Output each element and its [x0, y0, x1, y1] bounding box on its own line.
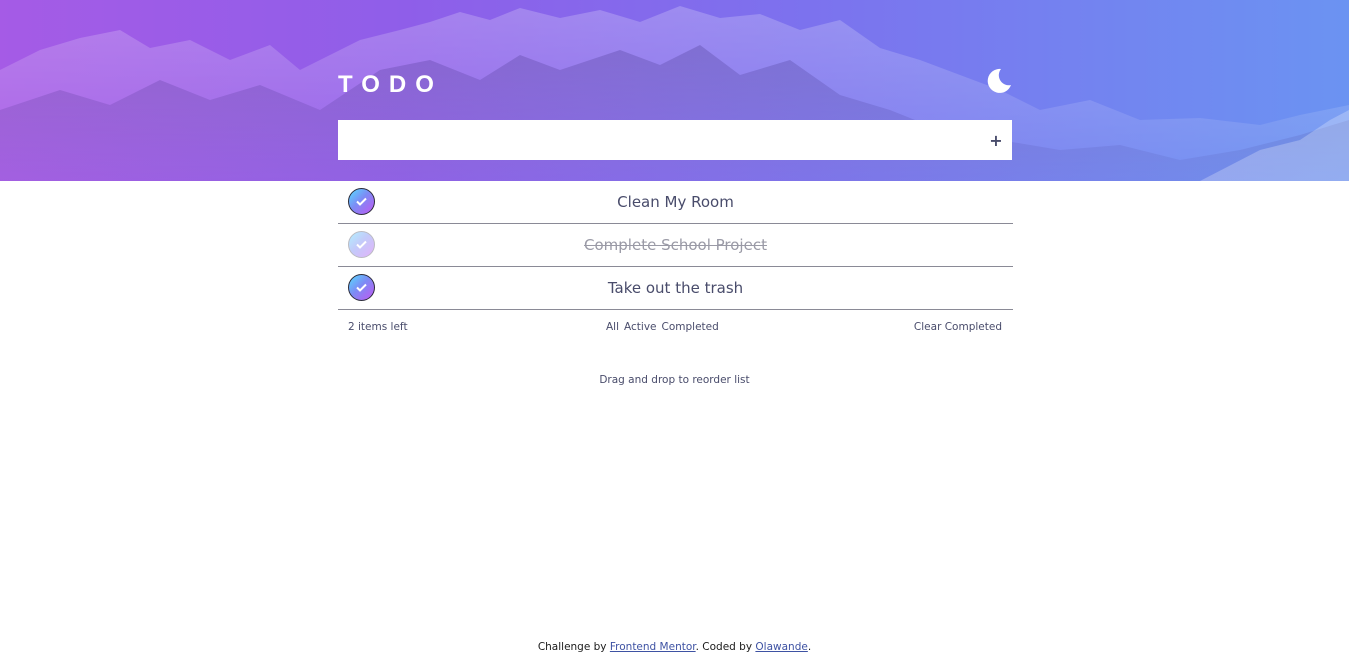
complete-toggle[interactable] — [348, 231, 375, 258]
frontend-mentor-link[interactable]: Frontend Mentor — [610, 641, 696, 653]
plus-icon: + — [989, 130, 1003, 150]
attribution-prefix: Challenge by — [537, 641, 610, 653]
todo-text: Clean My Room — [617, 193, 734, 211]
clear-completed-button[interactable]: Clear Completed — [914, 321, 1002, 333]
moon-icon — [987, 68, 1011, 93]
todo-item[interactable]: Clean My Room — [338, 181, 1013, 224]
new-todo-bar: + — [338, 120, 1012, 160]
page-title: TODO — [338, 71, 443, 98]
theme-toggle-button[interactable] — [984, 66, 1014, 96]
complete-toggle[interactable] — [348, 274, 375, 301]
filter-group: All Active Completed — [606, 321, 726, 333]
attribution: Challenge by Frontend Mentor. Coded by O… — [0, 641, 1349, 653]
author-link[interactable]: Olawande — [755, 641, 807, 653]
todo-item[interactable]: Complete School Project — [338, 224, 1013, 267]
check-icon — [356, 283, 367, 292]
filter-active[interactable]: Active — [624, 321, 656, 333]
filter-all[interactable]: All — [606, 321, 619, 333]
attribution-middle: . Coded by — [695, 641, 756, 653]
check-icon — [356, 197, 367, 206]
todo-item[interactable]: Take out the trash — [338, 267, 1013, 310]
list-footer: 2 items left All Active Completed Clear … — [338, 318, 1013, 336]
check-icon — [356, 240, 367, 249]
add-todo-button[interactable]: + — [981, 120, 1011, 160]
complete-toggle[interactable] — [348, 188, 375, 215]
todo-list: Clean My Room Complete School Project Ta… — [338, 181, 1013, 310]
items-left-count: 2 items left — [348, 321, 408, 333]
reorder-hint: Drag and drop to reorder list — [599, 374, 750, 386]
todo-text: Complete School Project — [584, 236, 767, 254]
todo-text: Take out the trash — [607, 279, 744, 297]
filter-completed[interactable]: Completed — [662, 321, 719, 333]
attribution-suffix: . — [807, 641, 812, 653]
new-todo-input[interactable] — [338, 120, 981, 160]
